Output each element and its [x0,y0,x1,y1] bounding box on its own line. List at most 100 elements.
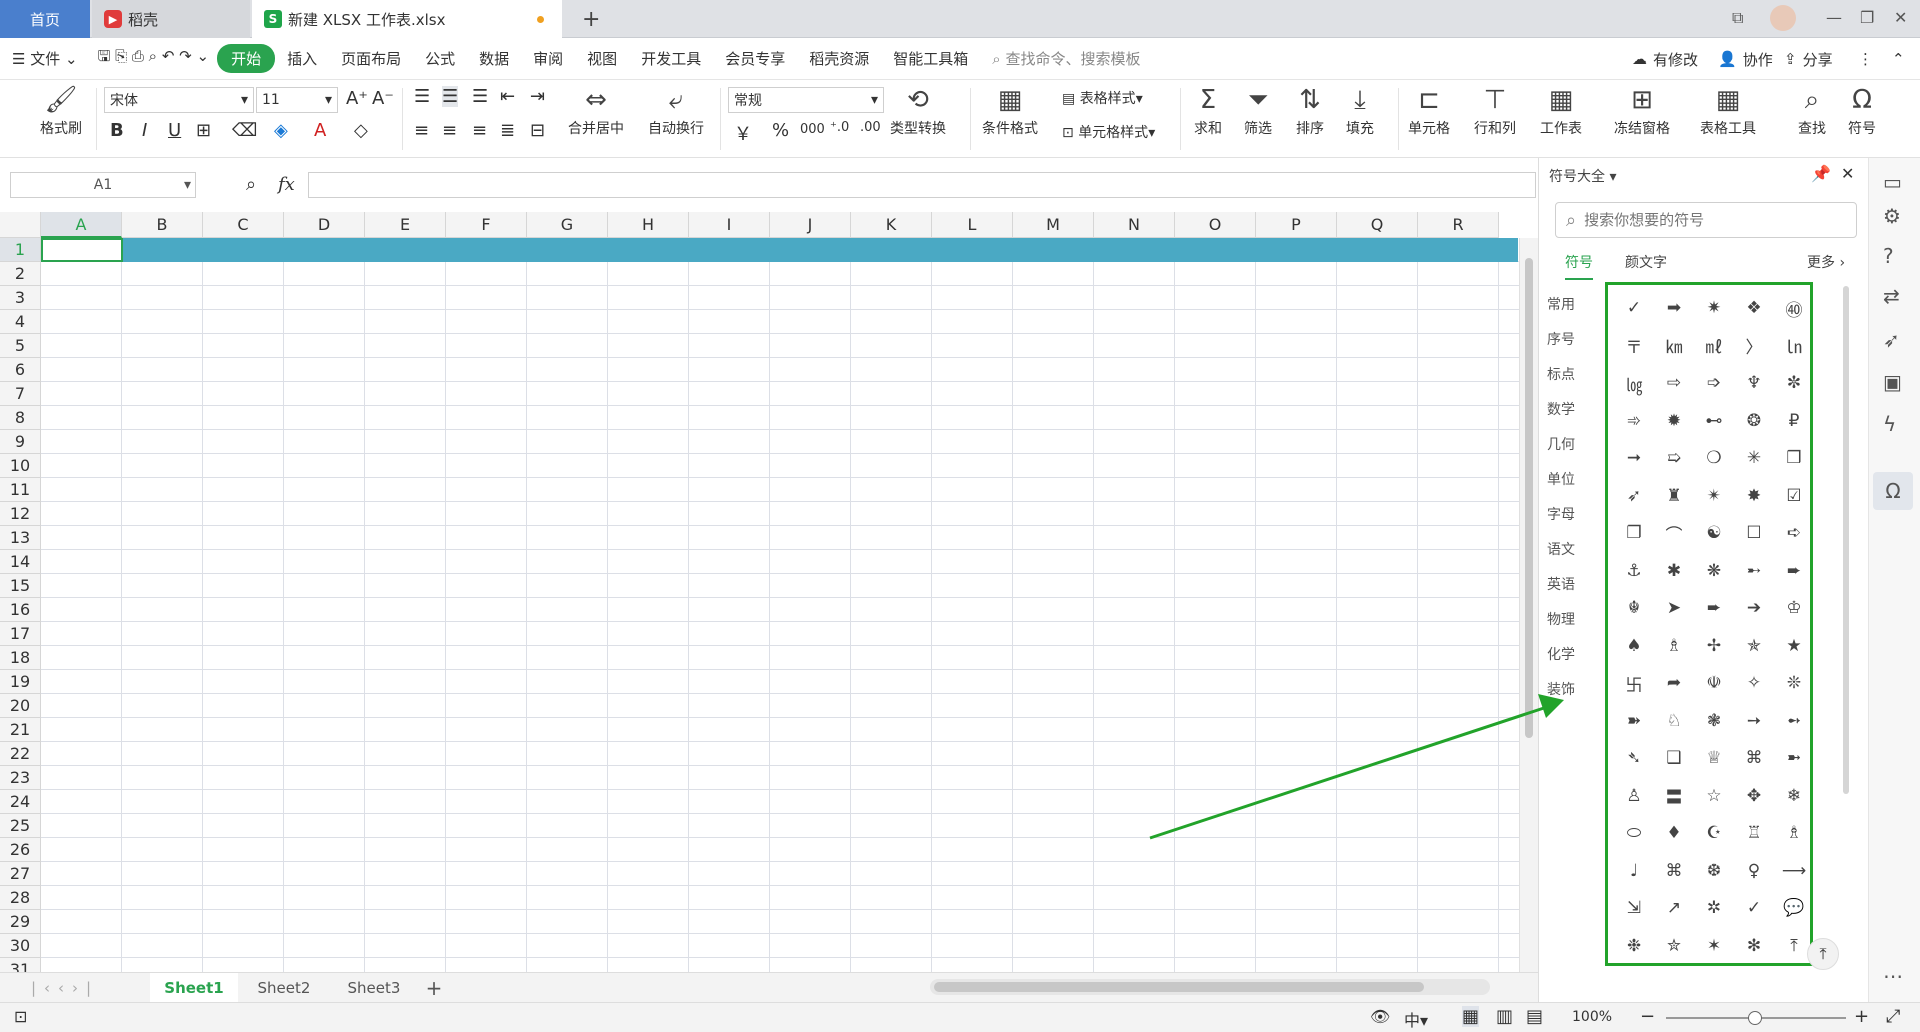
align-center-icon[interactable]: ≡ [442,120,457,141]
conditional-format-button[interactable]: ▦ 条件格式 [982,86,1038,138]
symbol-cell[interactable]: ❆ [1694,856,1734,886]
symbol-category-item[interactable]: 语文 [1540,539,1582,559]
menu-formula[interactable]: 公式 [413,48,467,69]
distribute-icon[interactable]: ⊟ [530,120,545,141]
column-header-K[interactable]: K [851,212,932,238]
row-header-17[interactable]: 17 [0,622,41,646]
symbol-cell[interactable]: ♖ [1734,818,1774,848]
symbol-cell[interactable]: ↗ [1654,893,1694,923]
symbol-cell[interactable]: ♜ [1654,481,1694,511]
symbol-cell[interactable]: ✶ [1694,931,1734,961]
symbol-cell[interactable]: ♘ [1654,706,1694,736]
symbol-cell[interactable]: 卐 [1614,668,1654,698]
italic-button[interactable]: I [142,120,147,141]
symbol-cell[interactable]: ✲ [1694,893,1734,923]
row-header-18[interactable]: 18 [0,646,41,670]
close-panel-icon[interactable]: ✕ [1841,164,1854,183]
symbol-cell[interactable]: ✓ [1734,893,1774,923]
zoom-in-icon[interactable]: + [1854,1006,1869,1027]
symbol-cell[interactable]: ➶ [1614,481,1654,511]
symbol-cell[interactable]: ➔ [1734,593,1774,623]
file-menu[interactable]: ☰ 文件 ⌄ [0,48,90,69]
panel-tab-emoticons[interactable]: 颜文字 [1625,252,1667,272]
zoom-search-icon[interactable]: ⌕ [246,174,256,195]
cursor-icon[interactable]: ➶ [1883,328,1900,352]
symbol-cell[interactable]: ➤ [1654,593,1694,623]
selected-cell-a1[interactable] [41,238,123,262]
row-header-15[interactable]: 15 [0,574,41,598]
row-header-26[interactable]: 26 [0,838,41,862]
symbol-category-item[interactable]: 化学 [1540,644,1582,664]
symbol-cell[interactable]: ★ [1774,631,1810,661]
menu-start[interactable]: 开始 [217,44,276,73]
align-left-icon[interactable]: ≡ [414,120,429,141]
close-window-icon[interactable]: ✕ [1894,8,1907,27]
symbol-cell[interactable]: ⇨ [1654,368,1694,398]
menu-developer[interactable]: 开发工具 [629,48,713,69]
column-header-N[interactable]: N [1094,212,1175,238]
menu-page-layout[interactable]: 页面布局 [329,48,413,69]
settings-slider-icon[interactable]: ⚙ [1883,204,1901,228]
symbol-cell[interactable]: ❒ [1774,443,1810,473]
row-header-8[interactable]: 8 [0,406,41,430]
symbol-cell[interactable]: ⌘ [1654,856,1694,886]
menu-data[interactable]: 数据 [467,48,521,69]
symbol-button[interactable]: Ω 符号 [1848,86,1876,138]
sheet-button[interactable]: ▦ 工作表 [1540,86,1582,138]
row-header-16[interactable]: 16 [0,598,41,622]
percent-button[interactable]: % [772,120,789,141]
menu-insert[interactable]: 插入 [275,48,329,69]
type-convert-button[interactable]: ⟲ 类型转换 [890,86,946,138]
symbol-cell[interactable]: ⊷ [1694,406,1734,436]
merge-center-button[interactable]: ⇔ 合并居中 [568,86,624,138]
column-header-P[interactable]: P [1256,212,1337,238]
symbol-cell[interactable]: ⌒ [1654,518,1694,548]
zoom-level[interactable]: 100% [1572,1009,1612,1025]
symbol-cell[interactable]: ⟶ [1774,856,1810,886]
decrease-font-icon[interactable]: A⁻ [372,88,394,109]
align-top-icon[interactable]: ☰ [414,86,430,107]
symbol-cell[interactable]: ❄ [1774,781,1810,811]
column-header-H[interactable]: H [608,212,689,238]
symbol-cell[interactable]: ➽ [1614,706,1654,736]
symbol-category-item[interactable]: 常用 [1540,294,1582,314]
row-header-25[interactable]: 25 [0,814,41,838]
symbol-cell[interactable]: ➩ [1694,368,1734,398]
column-header-M[interactable]: M [1013,212,1094,238]
zoom-slider-handle[interactable] [1748,1011,1762,1025]
symbol-cell[interactable]: ♗ [1654,631,1694,661]
symbol-cell[interactable]: ➞ [1614,443,1654,473]
column-header-G[interactable]: G [527,212,608,238]
column-header-Q[interactable]: Q [1337,212,1418,238]
cell-button[interactable]: ⊏ 单元格 [1408,86,1450,138]
share-button[interactable]: ⇪ 分享 [1784,38,1833,80]
column-header-I[interactable]: I [689,212,770,238]
symbol-cell[interactable]: ➦ [1654,668,1694,698]
avatar[interactable] [1770,5,1796,31]
add-sheet-icon[interactable]: + [420,973,448,1003]
zoom-slider[interactable] [1666,1011,1846,1025]
row-header-12[interactable]: 12 [0,502,41,526]
symbol-cell[interactable]: ➼ [1774,743,1810,773]
symbol-cell[interactable]: ❐ [1614,518,1654,548]
font-select[interactable]: 宋体 ▾ [104,87,254,113]
symbol-cell[interactable]: ❑ [1654,743,1694,773]
symbol-cell[interactable]: ♆ [1734,368,1774,398]
symbol-cell[interactable]: ⬭ [1614,818,1654,848]
row-header-2[interactable]: 2 [0,262,41,286]
align-bottom-icon[interactable]: ☰ [472,86,488,107]
symbol-cell[interactable]: ♗ [1774,818,1810,848]
symbol-cell[interactable]: ➨ [1774,556,1810,586]
table-tools-button[interactable]: ▦ 表格工具 [1700,86,1756,138]
row-header-5[interactable]: 5 [0,334,41,358]
row-header-19[interactable]: 19 [0,670,41,694]
column-header-A[interactable]: A [41,212,122,238]
panel-title[interactable]: 符号大全 ▾ [1549,166,1616,186]
symbol-cell[interactable]: ㏒ [1614,368,1654,398]
indent-increase-icon[interactable]: ⇥ [530,86,545,107]
symbol-cell[interactable]: ✢ [1694,631,1734,661]
tab-file[interactable]: S 新建 XLSX 工作表.xlsx [252,0,562,38]
row-header-4[interactable]: 4 [0,310,41,334]
symbol-scrollbar[interactable] [1843,286,1849,794]
symbol-cell[interactable]: ♕ [1694,743,1734,773]
